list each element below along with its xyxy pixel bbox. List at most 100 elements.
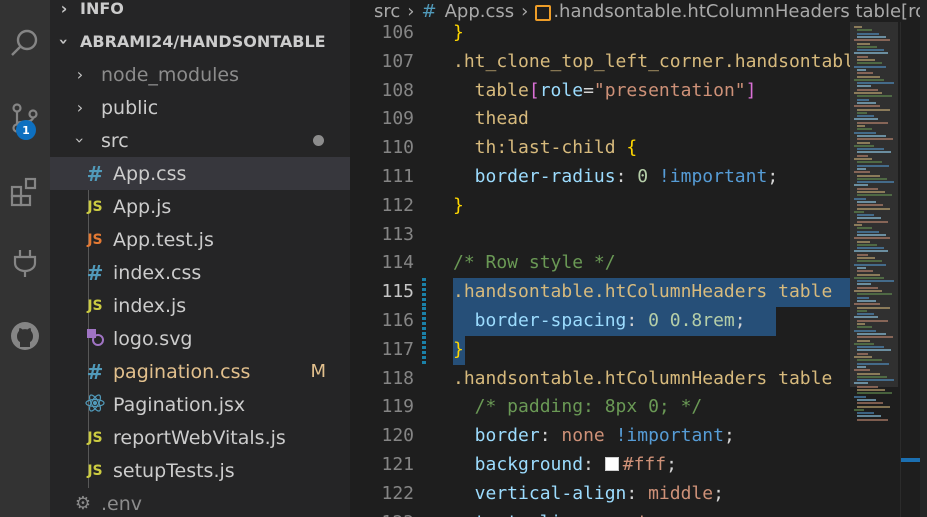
tree-item-index-js[interactable]: JS index.js: [50, 289, 350, 322]
tree-item-public[interactable]: › public: [50, 91, 350, 124]
activity-bar: 1: [0, 0, 50, 517]
tree-item-app-js[interactable]: JS App.js: [50, 190, 350, 223]
code-token: {: [626, 137, 638, 159]
minimap-line: [857, 207, 890, 210]
minimap-line: [857, 273, 880, 276]
code-text: /* Row style */: [453, 249, 616, 278]
extensions-icon[interactable]: [0, 166, 50, 216]
code-line[interactable]: 117}: [350, 335, 927, 365]
minimap-line: [857, 148, 884, 151]
code-line[interactable]: 108 table[role="presentation"]: [350, 77, 927, 106]
code-line[interactable]: 106}: [350, 19, 927, 48]
code-line[interactable]: 110 th:last-child {: [350, 134, 927, 163]
minimap-line: [854, 237, 890, 240]
code-token: role: [539, 79, 584, 101]
minimap-line: [857, 55, 868, 58]
explorer-sidebar: › INFO › ABRAMI24/HANDSONTABLE › node_mo…: [50, 0, 350, 517]
minimap[interactable]: [850, 22, 900, 517]
minimap-line: [854, 303, 880, 306]
tree-item-reportwebvitals-js[interactable]: JS reportWebVitals.js: [50, 421, 350, 454]
chevron-down-icon: ›: [70, 137, 90, 144]
minimap-line: [857, 115, 874, 118]
tree-item-setuptests-js[interactable]: JS setupTests.js: [50, 454, 350, 487]
code-line[interactable]: 111 border-radius: 0 !important;: [350, 163, 927, 192]
code-line[interactable]: 118 .handsontable.htColumnHeaders table: [350, 365, 927, 394]
tree-item-label: App.css: [113, 162, 187, 185]
tree-item-app-css[interactable]: # App.css: [50, 157, 350, 190]
section-project[interactable]: › ABRAMI24/HANDSONTABLE: [50, 25, 350, 58]
code-token: }: [453, 22, 464, 43]
code-line[interactable]: 109 thead: [350, 105, 927, 134]
minimap-line: [857, 194, 892, 197]
minimap-line: [857, 72, 873, 75]
minimap-line: [857, 42, 870, 45]
code-line[interactable]: 123 text-align: center;: [350, 509, 927, 517]
tree-item-logo-svg[interactable]: logo.svg: [50, 322, 350, 355]
tree-item-pagination-css[interactable]: # pagination.css M: [50, 355, 350, 388]
minimap-line: [857, 293, 892, 296]
minimap-line: [857, 62, 882, 65]
code-line[interactable]: 115 .handsontable.htColumnHeaders table: [350, 278, 927, 307]
color-swatch-icon[interactable]: [604, 457, 619, 471]
code-line[interactable]: 122 vertical-align: middle;: [350, 480, 927, 509]
code-editor[interactable]: src › # App.css › .handsontable.htColumn…: [350, 0, 927, 517]
minimap-line: [857, 134, 886, 137]
code-token: border-spacing: [453, 310, 627, 331]
minimap-line: [857, 253, 868, 256]
code-token: middle: [648, 482, 714, 504]
code-token: border-radius: [453, 166, 616, 187]
tree-item-label: App.test.js: [113, 228, 214, 251]
search-icon[interactable]: [0, 18, 50, 68]
vertical-scrollbar[interactable]: [900, 22, 921, 517]
code-line[interactable]: 114 /* Row style */: [350, 249, 927, 278]
tree-item-src[interactable]: › src: [50, 124, 350, 157]
code-token: th:last-child: [453, 137, 627, 159]
css-file-icon: #: [86, 260, 104, 285]
github-icon[interactable]: [0, 311, 50, 361]
css-file-icon: #: [86, 359, 104, 384]
minimap-line: [857, 164, 889, 167]
tree-item-node-modules[interactable]: › node_modules: [50, 58, 350, 91]
tree-item-env[interactable]: ⚙ .env: [50, 487, 350, 517]
tree-item-index-css[interactable]: # index.css: [50, 256, 350, 289]
minimap-line: [854, 39, 890, 42]
minimap-line: [857, 247, 884, 250]
minimap-line: [857, 154, 868, 157]
scrollbar-thumb[interactable]: [901, 458, 921, 462]
minimap-line: [857, 125, 865, 127]
code-line[interactable]: 116 border-spacing: 0 0.8rem;: [350, 307, 927, 336]
line-number: 111: [381, 166, 414, 187]
js-file-icon: JS: [87, 462, 103, 479]
css-file-icon: #: [86, 161, 104, 186]
code-text: /* padding: 8px 0; */: [453, 393, 703, 422]
minimap-line: [857, 349, 891, 352]
code-line[interactable]: 120 border: none !important;: [350, 422, 927, 451]
code-token: /* padding: 8px 0; */: [453, 396, 703, 418]
js-file-icon: JS: [87, 429, 103, 446]
section-label: INFO: [80, 0, 124, 18]
minimap-line: [857, 217, 881, 220]
code-text: .handsontable.htColumnHeaders table: [453, 365, 832, 394]
testing-plug-icon[interactable]: [0, 238, 50, 288]
code-line[interactable]: 107 .ht_clone_top_left_corner.handsontabl…: [350, 48, 927, 77]
minimap-line: [854, 276, 884, 279]
line-number: 122: [381, 482, 414, 504]
tree-item-label: setupTests.js: [113, 459, 235, 482]
minimap-line: [857, 313, 874, 316]
code-text: }: [453, 19, 464, 48]
code-line[interactable]: 113: [350, 221, 927, 250]
code-line[interactable]: 112}: [350, 192, 927, 221]
line-number: 118: [381, 367, 414, 389]
tree-item-pagination-jsx[interactable]: Pagination.jsx: [50, 388, 350, 421]
minimap-line: [857, 415, 881, 418]
code-token: ;: [670, 512, 681, 517]
code-token: center: [605, 512, 670, 517]
section-info[interactable]: › INFO: [50, 0, 350, 25]
minimap-line: [857, 270, 873, 273]
tree-item-app-test-js[interactable]: JS App.test.js: [50, 223, 350, 256]
code-token: "presentation": [593, 79, 746, 101]
code-line[interactable]: 119 /* padding: 8px 0; */: [350, 393, 927, 422]
code-line[interactable]: 121 background: #fff;: [350, 451, 927, 480]
minimap-line: [854, 171, 870, 174]
minimap-line: [857, 82, 894, 85]
